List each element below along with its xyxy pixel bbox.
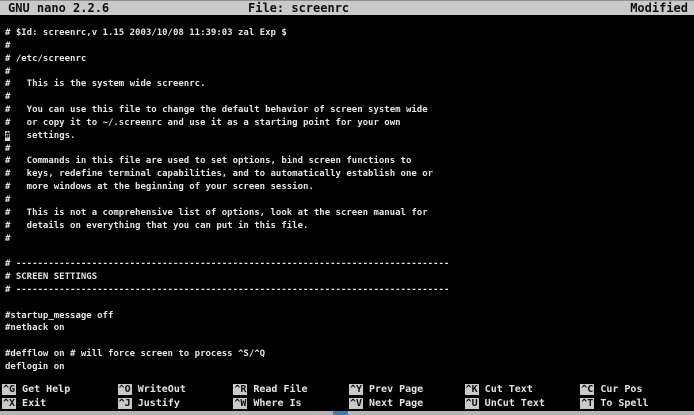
shortcut-justify[interactable]: ^J Justify bbox=[116, 397, 232, 410]
nano-titlebar: GNU nano 2.2.6 File: screenrc Modified bbox=[0, 0, 694, 15]
shortcut-key: ^Y bbox=[349, 384, 363, 395]
shortcut-where-is[interactable]: ^W Where Is bbox=[231, 397, 347, 410]
shortcut-read-file[interactable]: ^R Read File bbox=[231, 383, 347, 396]
editor-line bbox=[5, 245, 694, 258]
editor-content[interactable]: # $Id: screenrc,v 1.15 2003/10/08 11:39:… bbox=[5, 27, 694, 374]
editor-line: # bbox=[5, 91, 694, 104]
shortcut-key: ^X bbox=[2, 398, 16, 409]
editor-line: # $Id: screenrc,v 1.15 2003/10/08 11:39:… bbox=[5, 27, 694, 40]
shortcut-label: Where Is bbox=[253, 398, 301, 409]
shortcut-key: ^G bbox=[2, 384, 16, 395]
shortcut-to-spell[interactable]: ^T To Spell bbox=[578, 397, 694, 410]
editor-line: # bbox=[5, 143, 694, 156]
shortcut-label: Exit bbox=[22, 398, 46, 409]
shortcut-label: Next Page bbox=[369, 398, 423, 409]
shortcut-next-page[interactable]: ^V Next Page bbox=[347, 397, 463, 410]
editor-line: # --------------------------------------… bbox=[5, 258, 694, 271]
shortcut-row-2: ^X Exit ^J Justify ^W Where Is ^V Next Page ^U Un… bbox=[0, 397, 694, 410]
editor-line: # bbox=[5, 40, 694, 53]
shortcut-label: Prev Page bbox=[369, 384, 423, 395]
shortcut-key: ^R bbox=[233, 384, 247, 395]
shortcut-prev-page[interactable]: ^Y Prev Page bbox=[347, 383, 463, 396]
window-edge-accent bbox=[333, 411, 348, 415]
shortcut-label: Cur Pos bbox=[600, 384, 642, 395]
app-version-label: GNU nano 2.2.6 bbox=[8, 1, 109, 16]
shortcut-label: To Spell bbox=[600, 398, 648, 409]
editor-line: #startup_message off bbox=[5, 310, 694, 323]
cursor: # bbox=[5, 131, 10, 141]
editor-line: # or copy it to ~/.screenrc and use it a… bbox=[5, 117, 694, 130]
shortcut-key: ^J bbox=[118, 398, 132, 409]
shortcut-exit[interactable]: ^X Exit bbox=[0, 397, 116, 410]
shortcut-key: ^C bbox=[580, 384, 594, 395]
shortcut-key: ^U bbox=[465, 398, 479, 409]
shortcut-label: WriteOut bbox=[138, 384, 186, 395]
shortcut-get-help[interactable]: ^G Get Help bbox=[0, 383, 116, 396]
shortcut-key: ^K bbox=[465, 384, 479, 395]
editor-line: # details on everything that you can put… bbox=[5, 220, 694, 233]
shortcut-label: Cut Text bbox=[485, 384, 533, 395]
editor-line: # This is not a comprehensive list of op… bbox=[5, 207, 694, 220]
window-edge-strip bbox=[0, 411, 694, 415]
editor-line: deflogin on bbox=[5, 361, 694, 374]
shortcut-uncut-text[interactable]: ^U UnCut Text bbox=[463, 397, 579, 410]
shortcut-writeout[interactable]: ^O WriteOut bbox=[116, 383, 232, 396]
editor-line: #defflow on # will force screen to proce… bbox=[5, 348, 694, 361]
editor-line: # You can use this file to change the de… bbox=[5, 104, 694, 117]
shortcut-label: Read File bbox=[253, 384, 307, 395]
editor-line: # keys, redefine terminal capabilities, … bbox=[5, 168, 694, 181]
shortcut-cut-text[interactable]: ^K Cut Text bbox=[463, 383, 579, 396]
editor-line: # This is the system wide screenrc. bbox=[5, 78, 694, 91]
editor-line: # Commands in this file are used to set … bbox=[5, 155, 694, 168]
shortcut-label: Get Help bbox=[22, 384, 70, 395]
editor-line: # more windows at the beginning of your … bbox=[5, 181, 694, 194]
shortcut-key: ^T bbox=[580, 398, 594, 409]
editor-line: #nethack on bbox=[5, 322, 694, 335]
shortcut-label: Justify bbox=[138, 398, 180, 409]
editor-line bbox=[5, 297, 694, 310]
editor-line: # /etc/screenrc bbox=[5, 53, 694, 66]
editor-line: # settings. bbox=[5, 130, 694, 143]
shortcut-cur-pos[interactable]: ^C Cur Pos bbox=[578, 383, 694, 396]
shortcut-row-1: ^G Get Help ^O WriteOut ^R Read File ^Y Prev Pa… bbox=[0, 383, 694, 396]
editor-line: # SCREEN SETTINGS bbox=[5, 271, 694, 284]
shortcut-key: ^V bbox=[349, 398, 363, 409]
modified-flag: Modified bbox=[630, 1, 688, 16]
editor-line: # bbox=[5, 194, 694, 207]
editor-line: # --------------------------------------… bbox=[5, 284, 694, 297]
file-title: File: screenrc bbox=[248, 1, 349, 16]
nano-terminal[interactable]: GNU nano 2.2.6 File: screenrc Modified #… bbox=[0, 0, 694, 415]
editor-line: # bbox=[5, 66, 694, 79]
shortcut-key: ^O bbox=[118, 384, 132, 395]
editor-line: # bbox=[5, 233, 694, 246]
shortcut-label: UnCut Text bbox=[485, 398, 545, 409]
shortcut-key: ^W bbox=[233, 398, 247, 409]
editor-line bbox=[5, 335, 694, 348]
